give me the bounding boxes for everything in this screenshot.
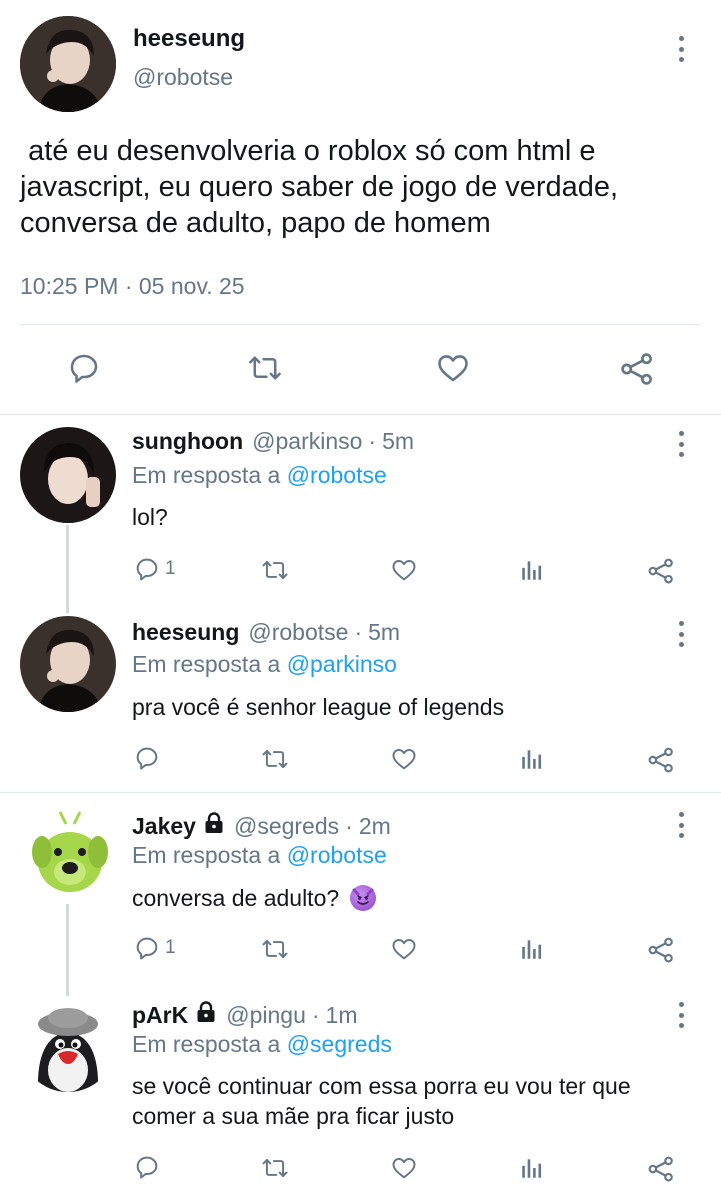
like-icon[interactable] bbox=[389, 1154, 419, 1182]
retweet-icon[interactable] bbox=[260, 745, 290, 773]
avatar-heeseung[interactable] bbox=[20, 616, 116, 712]
in-reply-label: Em resposta a bbox=[132, 462, 281, 488]
author-handle[interactable]: @robotse bbox=[133, 64, 233, 91]
avatar-heeseung[interactable] bbox=[20, 16, 116, 112]
share-icon[interactable] bbox=[646, 556, 676, 586]
reply-time: 2m bbox=[358, 812, 391, 839]
smiling-imp-emoji-icon bbox=[349, 885, 376, 911]
more-options-icon[interactable] bbox=[676, 621, 686, 647]
in-reply-label: Em resposta a bbox=[132, 842, 281, 868]
analytics-icon[interactable] bbox=[519, 1155, 545, 1181]
separator: · bbox=[345, 812, 353, 839]
reply-icon[interactable] bbox=[133, 934, 161, 962]
more-options-icon[interactable] bbox=[676, 431, 686, 457]
author-name[interactable]: heeseung bbox=[133, 25, 245, 53]
in-reply-label: Em resposta a bbox=[132, 1031, 281, 1057]
reply-author-name[interactable]: heeseung bbox=[132, 619, 239, 646]
separator: · bbox=[354, 619, 363, 645]
in-reply-label: Em resposta a bbox=[132, 651, 281, 677]
in-reply-to: Em resposta a @segreds bbox=[132, 1031, 392, 1058]
divider bbox=[0, 792, 721, 793]
like-icon[interactable] bbox=[389, 935, 419, 963]
reply-text: lol? bbox=[132, 504, 168, 530]
reply-text: se você continuar com essa porra eu vou … bbox=[132, 1073, 631, 1129]
in-reply-link[interactable]: @robotse bbox=[287, 462, 387, 488]
reply-author-name[interactable]: sunghoon bbox=[132, 428, 243, 455]
more-options-icon[interactable] bbox=[676, 36, 686, 62]
retweet-icon[interactable] bbox=[246, 350, 284, 386]
more-options-icon[interactable] bbox=[676, 812, 686, 838]
thread-line bbox=[66, 904, 69, 1000]
share-icon[interactable] bbox=[618, 350, 656, 388]
reply-icon[interactable] bbox=[133, 744, 161, 772]
reply-action[interactable] bbox=[133, 744, 165, 772]
reply-author-handle[interactable]: @robotse bbox=[248, 619, 348, 646]
reply-time: 1m bbox=[325, 1001, 358, 1028]
like-icon[interactable] bbox=[389, 556, 419, 584]
in-reply-to: Em resposta a @robotse bbox=[132, 462, 387, 489]
share-icon[interactable] bbox=[646, 935, 676, 965]
reply-text-content: conversa de adulto? bbox=[132, 885, 346, 911]
avatar-park[interactable] bbox=[20, 996, 116, 1092]
tweet-timestamp: 10:25 PM · 05 nov. 25 bbox=[20, 273, 245, 299]
reply-author-handle[interactable]: @pingu bbox=[226, 1002, 306, 1029]
retweet-icon[interactable] bbox=[260, 1154, 290, 1182]
in-reply-link[interactable]: @robotse bbox=[287, 842, 387, 868]
reply-header: pArK @pingu · 1m bbox=[132, 1000, 357, 1030]
share-icon[interactable] bbox=[646, 1154, 676, 1184]
like-icon[interactable] bbox=[389, 745, 419, 773]
reply-text: conversa de adulto? bbox=[132, 883, 702, 913]
protected-lock-icon bbox=[193, 1000, 219, 1030]
reply-header: heeseung @robotse · 5m bbox=[132, 619, 400, 646]
reply-text: pra você é senhor league of legends bbox=[132, 694, 505, 720]
reply-count: 1 bbox=[165, 558, 176, 579]
reply-author-handle[interactable]: @segreds bbox=[234, 813, 339, 840]
reply-count: 1 bbox=[165, 937, 176, 958]
reply-header: sunghoon @parkinso · 5m bbox=[132, 428, 414, 455]
protected-lock-icon bbox=[201, 811, 227, 841]
like-icon[interactable] bbox=[434, 350, 472, 386]
in-reply-to: Em resposta a @parkinso bbox=[132, 651, 397, 678]
analytics-icon[interactable] bbox=[519, 936, 545, 962]
analytics-icon[interactable] bbox=[519, 746, 545, 772]
thread-line bbox=[66, 525, 69, 613]
reply-icon[interactable] bbox=[133, 555, 161, 583]
divider bbox=[20, 324, 701, 325]
tweet-text: até eu desenvolveria o roblox só com htm… bbox=[20, 135, 627, 239]
in-reply-link[interactable]: @segreds bbox=[287, 1031, 392, 1057]
separator: · bbox=[368, 428, 377, 454]
reply-icon[interactable] bbox=[133, 1153, 161, 1181]
avatar-sunghoon[interactable] bbox=[20, 427, 116, 523]
reply-icon[interactable] bbox=[66, 350, 102, 386]
reply-author-name[interactable]: Jakey bbox=[132, 813, 196, 840]
reply-time: 5m bbox=[368, 619, 401, 645]
reply-author-name[interactable]: pArK bbox=[132, 1002, 188, 1029]
avatar-jakey[interactable] bbox=[20, 806, 116, 902]
reply-author-handle[interactable]: @parkinso bbox=[252, 428, 362, 455]
divider bbox=[0, 414, 721, 415]
analytics-icon[interactable] bbox=[519, 557, 545, 583]
reply-header: Jakey @segreds · 2m bbox=[132, 811, 391, 841]
separator: · bbox=[311, 1001, 320, 1028]
retweet-icon[interactable] bbox=[260, 935, 290, 963]
more-options-icon[interactable] bbox=[676, 1002, 686, 1028]
reply-action[interactable]: 1 bbox=[133, 555, 176, 583]
retweet-icon[interactable] bbox=[260, 556, 290, 584]
share-icon[interactable] bbox=[646, 745, 676, 775]
reply-action[interactable] bbox=[133, 1153, 165, 1181]
reply-time: 5m bbox=[382, 428, 415, 454]
in-reply-to: Em resposta a @robotse bbox=[132, 842, 387, 869]
in-reply-link[interactable]: @parkinso bbox=[287, 651, 397, 677]
reply-action[interactable]: 1 bbox=[133, 934, 176, 962]
